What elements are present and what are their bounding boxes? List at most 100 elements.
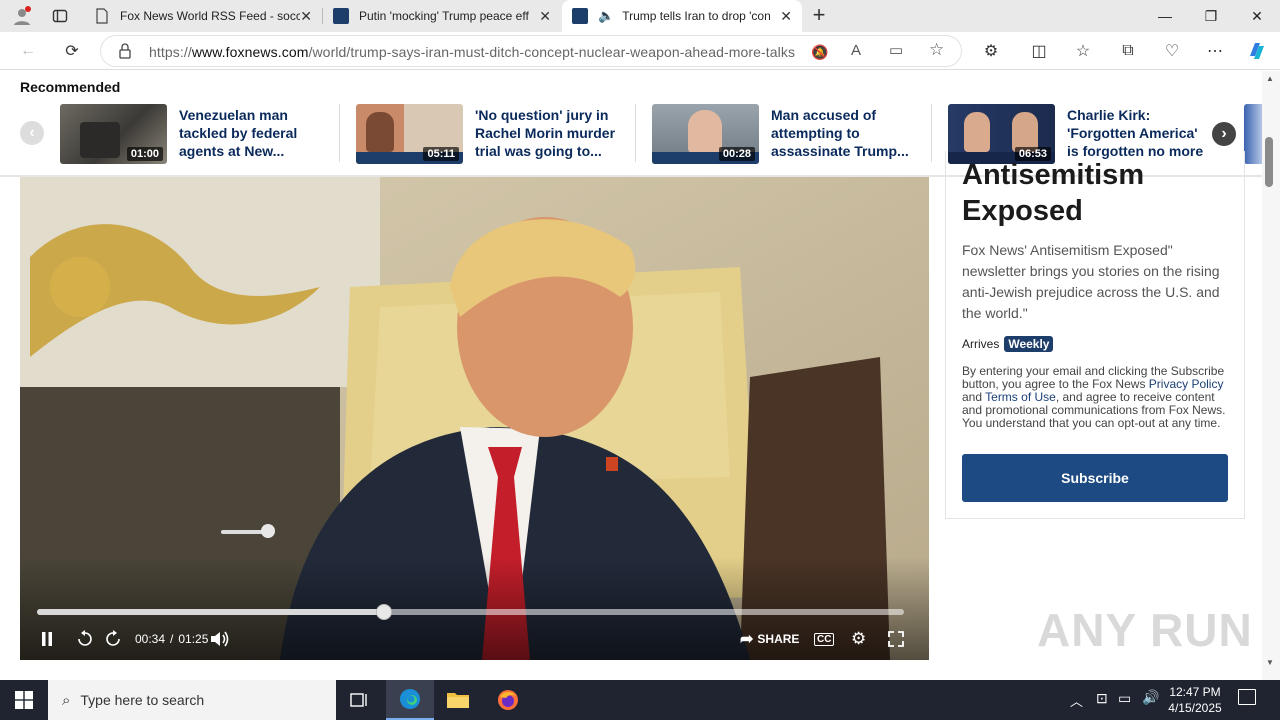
taskbar-firefox-button[interactable] bbox=[484, 680, 532, 720]
time-separator: / bbox=[170, 632, 174, 646]
recommended-title[interactable]: Venezuelan man tackled by federal agents… bbox=[179, 106, 329, 160]
firefox-icon bbox=[498, 690, 518, 710]
tab-actions-icon[interactable] bbox=[52, 8, 68, 24]
video-thumbnail[interactable]: 01:00 bbox=[60, 104, 167, 164]
scroll-up-icon[interactable]: ▲ bbox=[1266, 74, 1274, 83]
closed-captions-button[interactable]: CC bbox=[814, 629, 835, 649]
lock-icon[interactable] bbox=[118, 43, 132, 64]
show-hidden-icons-icon[interactable]: ︿ bbox=[1070, 691, 1083, 710]
windows-logo-icon bbox=[15, 691, 33, 709]
collections-icon[interactable]: ⧉ bbox=[1115, 38, 1141, 64]
fox-news-favicon-icon bbox=[333, 8, 349, 24]
back-icon[interactable]: ← bbox=[15, 38, 41, 64]
terms-of-use-link[interactable]: Terms of Use bbox=[985, 390, 1056, 404]
new-tab-button[interactable]: + bbox=[808, 4, 830, 28]
current-time: 00:34 bbox=[135, 632, 166, 646]
video-thumbnail[interactable]: 00:28 bbox=[652, 104, 759, 164]
pause-button[interactable] bbox=[40, 629, 54, 649]
split-screen-icon[interactable]: ◫ bbox=[1026, 38, 1052, 64]
refresh-icon[interactable]: ⟳ bbox=[59, 38, 85, 64]
recommended-item[interactable]: 05:11 'No question' jury in Rachel Morin… bbox=[356, 104, 626, 164]
immersive-reader-icon[interactable]: ▭ bbox=[889, 41, 903, 59]
url-text[interactable]: https://www.foxnews.com/world/trump-says… bbox=[149, 44, 795, 60]
favorite-star-icon[interactable]: ☆ bbox=[929, 40, 944, 60]
video-duration: 05:11 bbox=[423, 147, 459, 161]
tab-putin[interactable]: Putin 'mocking' Trump peace eff ✕ bbox=[323, 0, 561, 32]
next-thumbnail-peek[interactable] bbox=[1244, 104, 1262, 164]
tab-rss-feed[interactable]: Fox News World RSS Feed - socc ✕ bbox=[84, 0, 322, 32]
fullscreen-button[interactable] bbox=[887, 629, 905, 649]
profile-icon[interactable] bbox=[12, 6, 32, 26]
video-thumbnail[interactable]: 05:11 bbox=[356, 104, 463, 164]
share-button[interactable]: ➦ SHARE bbox=[740, 629, 799, 649]
network-warning-icon[interactable]: ⊡ bbox=[1096, 690, 1108, 707]
web-page: Recommended ‹ 01:00 Venezuelan man tackl… bbox=[0, 71, 1262, 680]
gear-icon: ⚙ bbox=[851, 629, 867, 648]
taskbar-clock[interactable]: 12:47 PM 4/15/2025 bbox=[1162, 684, 1228, 716]
volume-button[interactable] bbox=[210, 629, 230, 649]
start-button[interactable] bbox=[0, 680, 48, 720]
privacy-policy-link[interactable]: Privacy Policy bbox=[1149, 377, 1224, 391]
video-progress-fill bbox=[37, 609, 384, 615]
recommended-item[interactable]: 01:00 Venezuelan man tackled by federal … bbox=[60, 104, 330, 164]
minimize-button[interactable]: — bbox=[1142, 0, 1188, 32]
frequency-badge: Weekly bbox=[1004, 336, 1054, 352]
volume-icon bbox=[211, 631, 229, 647]
cc-icon: CC bbox=[814, 632, 835, 646]
extensions-icon[interactable]: ⚙ bbox=[978, 38, 1004, 64]
restore-button[interactable]: ❐ bbox=[1188, 0, 1234, 32]
volume-tray-icon[interactable]: 🔊 bbox=[1142, 689, 1159, 706]
notifications-icon[interactable] bbox=[1238, 689, 1256, 705]
network-icon[interactable]: ▭ bbox=[1118, 690, 1131, 707]
more-menu-icon[interactable]: ⋯ bbox=[1202, 38, 1228, 64]
video-scrubber-handle[interactable] bbox=[375, 604, 392, 620]
time-display: 00:34 / 01:25 bbox=[135, 629, 208, 649]
newsletter-description: Fox News' Antisemitism Exposed" newslett… bbox=[962, 242, 1220, 321]
recommended-title[interactable]: Man accused of attempting to assassinate… bbox=[771, 106, 921, 160]
video-frame bbox=[20, 177, 929, 660]
taskbar-edge-button[interactable] bbox=[386, 680, 434, 720]
read-aloud-icon[interactable]: A bbox=[851, 42, 861, 59]
forward-10-button[interactable] bbox=[104, 629, 122, 649]
volume-slider-handle[interactable] bbox=[260, 524, 275, 538]
scrollbar-thumb[interactable] bbox=[1265, 137, 1273, 187]
notifications-off-icon[interactable]: 🔕 bbox=[811, 44, 828, 61]
subscribe-button[interactable]: Subscribe bbox=[962, 454, 1228, 502]
folder-icon bbox=[447, 693, 469, 708]
rewind-icon bbox=[78, 630, 92, 646]
pause-icon bbox=[42, 632, 52, 646]
settings-button[interactable]: ⚙ bbox=[851, 629, 866, 649]
rewind-10-button[interactable] bbox=[76, 629, 94, 649]
close-tab-icon[interactable]: ✕ bbox=[300, 8, 312, 25]
tab-trump-iran[interactable]: 🔈 Trump tells Iran to drop 'con ✕ bbox=[562, 0, 802, 32]
close-tab-icon[interactable]: ✕ bbox=[539, 8, 551, 25]
recommended-title[interactable]: 'No question' jury in Rachel Morin murde… bbox=[475, 106, 625, 160]
edge-icon bbox=[400, 689, 420, 709]
forward-icon bbox=[106, 630, 120, 646]
browser-essentials-icon[interactable]: ♡ bbox=[1159, 38, 1185, 64]
share-label: SHARE bbox=[757, 632, 800, 646]
clock-time: 12:47 PM bbox=[1169, 685, 1221, 699]
taskbar-file-explorer-button[interactable] bbox=[434, 680, 482, 720]
video-progress-bar[interactable] bbox=[37, 604, 904, 620]
favorites-icon[interactable]: ☆ bbox=[1070, 38, 1096, 64]
fullscreen-icon bbox=[888, 631, 904, 647]
task-view-button[interactable] bbox=[336, 680, 384, 720]
newsletter-heading: Antisemitism Exposed bbox=[962, 159, 1145, 227]
scroll-down-icon[interactable]: ▼ bbox=[1266, 658, 1274, 667]
thumbnail-figure bbox=[366, 112, 394, 152]
carousel-prev-button[interactable]: ‹ bbox=[20, 121, 44, 145]
address-bar[interactable]: https://www.foxnews.com/world/trump-says… bbox=[100, 35, 962, 67]
thumbnail-figure bbox=[688, 110, 722, 154]
speaker-icon[interactable]: 🔈 bbox=[598, 8, 614, 24]
video-player[interactable]: 00:34 / 01:25 bbox=[20, 177, 929, 660]
anyrun-watermark: ANY RUN bbox=[1037, 604, 1253, 656]
close-window-button[interactable]: ✕ bbox=[1234, 0, 1280, 32]
total-time: 01:25 bbox=[178, 632, 209, 646]
recommended-item[interactable]: 00:28 Man accused of attempting to assas… bbox=[652, 104, 922, 164]
close-tab-icon[interactable]: ✕ bbox=[780, 8, 792, 25]
carousel-next-button[interactable]: › bbox=[1212, 122, 1236, 146]
tab-title: Fox News World RSS Feed - socc bbox=[120, 9, 300, 23]
copilot-icon[interactable] bbox=[1244, 38, 1270, 64]
taskbar-search-box[interactable]: ⌕ Type here to search bbox=[48, 680, 336, 720]
